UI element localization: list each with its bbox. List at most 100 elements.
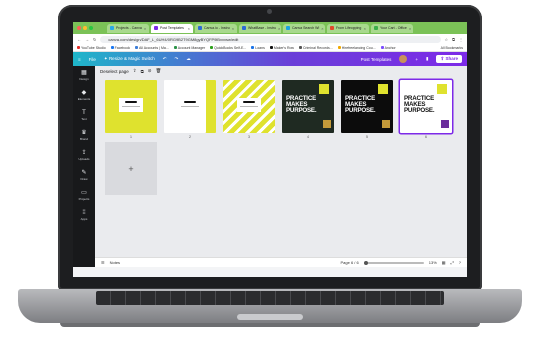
share-button[interactable]: ⇪ Share: [436, 55, 462, 63]
bookmark-item[interactable]: Hirefreelancing Cou...: [337, 46, 376, 50]
rail-item-apps[interactable]: ⁞⁞ Apps: [81, 210, 88, 221]
zoom-slider-handle[interactable]: [363, 260, 368, 265]
cloud-save-icon: ☁: [186, 56, 191, 61]
bookmark-label: Anchor: [384, 45, 396, 50]
menu-icon[interactable]: ⋮: [459, 37, 463, 42]
rail-item-label: Projects: [78, 197, 90, 201]
maximize-window-icon[interactable]: [89, 26, 93, 30]
browser-tab[interactable]: Canva Search Wi ×: [283, 23, 325, 33]
close-tab-icon[interactable]: ×: [364, 26, 366, 31]
bookmark-favicon-icon: [380, 46, 384, 49]
bookmark-item[interactable]: Facebook: [110, 45, 131, 50]
add-collaborator-icon[interactable]: +: [415, 57, 418, 62]
zoom-value[interactable]: 13%: [429, 260, 437, 265]
browser-tab[interactable]: Your Cart - Office ×: [371, 23, 413, 33]
resize-button[interactable]: ✦ Resize & Magic Switch: [104, 56, 155, 62]
extensions-icon[interactable]: ⧉: [452, 37, 455, 42]
undo-icon[interactable]: ↶: [163, 56, 167, 62]
rail-item-uploads[interactable]: ⇪ Uploads: [78, 150, 89, 161]
bookmark-item[interactable]: QuickBooks Self-E...: [210, 46, 246, 50]
hamburger-icon[interactable]: ≡: [78, 57, 81, 62]
close-tab-icon[interactable]: ×: [144, 26, 146, 31]
project-title[interactable]: Post Templates: [361, 57, 392, 62]
page-thumbnail[interactable]: [223, 80, 275, 133]
page-thumbnail[interactable]: [105, 80, 157, 133]
laptop-scene: { "browser": { "tabs": [ {"label": "Proj…: [0, 0, 540, 339]
reload-icon[interactable]: ↻: [93, 37, 96, 42]
tab-favicon-icon: [242, 26, 246, 30]
page-number: 5: [366, 135, 368, 139]
rail-item-elements[interactable]: ◆ Elements: [78, 90, 91, 101]
duplicate-page-icon[interactable]: ⧉: [141, 69, 144, 74]
rail-item-label: Brand: [79, 137, 88, 141]
page-counter[interactable]: Page 6 / 6: [341, 260, 359, 265]
bookmark-item[interactable]: Criminal Records...: [298, 46, 333, 50]
back-icon[interactable]: ←: [77, 37, 81, 42]
hide-page-icon[interactable]: ⊘: [148, 68, 152, 74]
page-thumbnail[interactable]: PRACTICE MAKES PURPOSE.: [282, 80, 334, 133]
tab-label: From Lifeopping: [336, 26, 362, 30]
browser-tab-bar: Projects - Canva × Post Templates × Canva.…: [73, 22, 467, 34]
page-thumbnail[interactable]: PRACTICE MAKES PURPOSE.: [400, 80, 452, 133]
star-icon[interactable]: ☆: [445, 37, 449, 42]
resize-label: Resize & Magic Switch: [108, 56, 155, 61]
analytics-icon[interactable]: ▮: [426, 56, 428, 62]
page-thumbnail[interactable]: PRACTICE MAKES PURPOSE.: [341, 80, 393, 133]
bookmark-item[interactable]: Maker's Row: [269, 46, 294, 50]
uploads-icon: ⇪: [81, 150, 87, 156]
grid-view-icon[interactable]: ▦: [442, 260, 446, 265]
browser-tab[interactable]: Canva.io - Instru ×: [195, 23, 237, 33]
bookmark-item[interactable]: Anchor: [380, 45, 396, 50]
share-label: Share: [445, 56, 458, 61]
share-page-icon[interactable]: ⇪: [133, 68, 137, 74]
thumbnail-headline: PRACTICE MAKES PURPOSE.: [404, 95, 435, 115]
bookmark-favicon-icon: [251, 46, 255, 49]
tab-favicon-icon: [330, 26, 334, 30]
bookmark-item[interactable]: All Accounts | Ma...: [135, 46, 169, 50]
rail-item-label: Design: [79, 77, 89, 81]
notes-icon[interactable]: ☰: [101, 260, 105, 265]
close-tab-icon[interactable]: ×: [188, 26, 190, 31]
forward-icon[interactable]: →: [85, 37, 89, 42]
close-tab-icon[interactable]: ×: [409, 26, 411, 31]
bookmark-item[interactable]: Account Manager: [173, 45, 206, 50]
rail-item-draw[interactable]: ✎ Draw: [80, 170, 87, 181]
accent-square: [441, 120, 449, 128]
fullscreen-icon[interactable]: ⤢: [451, 260, 454, 265]
bookmark-item[interactable]: Loans: [251, 46, 265, 50]
minimize-window-icon[interactable]: [83, 26, 87, 30]
tab-label: WhatBase - Instru: [248, 26, 277, 30]
rail-item-text[interactable]: T Text: [81, 110, 87, 121]
add-page-button[interactable]: +: [105, 142, 157, 195]
browser-tab[interactable]: Projects - Canva ×: [107, 23, 149, 33]
rail-item-projects[interactable]: ▭ Projects: [79, 190, 90, 201]
url-field[interactable]: canva.com/design/DAF_L_6UH4/0RG9B2T9GM8g…: [100, 35, 441, 43]
browser-tab-active[interactable]: Post Templates ×: [151, 23, 193, 33]
file-menu[interactable]: File: [89, 57, 96, 62]
browser-tab[interactable]: WhatBase - Instru ×: [239, 23, 281, 33]
avatar[interactable]: [399, 55, 408, 63]
bookmark-item[interactable]: YouTube Studio: [77, 46, 106, 50]
brand-icon: ♛: [81, 130, 87, 136]
close-window-icon[interactable]: [77, 26, 81, 30]
zoom-slider[interactable]: [363, 260, 424, 265]
redo-icon[interactable]: ↷: [174, 56, 178, 62]
close-tab-icon[interactable]: ×: [232, 26, 234, 31]
bookmark-label: Account Manager: [177, 45, 206, 50]
bookmark-favicon-icon: [135, 46, 139, 49]
close-tab-icon[interactable]: ×: [278, 26, 280, 31]
all-bookmarks-link[interactable]: All Bookmarks: [441, 46, 463, 50]
page-thumbnail[interactable]: [164, 80, 216, 133]
help-icon[interactable]: ?: [459, 260, 461, 265]
rail-item-design[interactable]: ▦ Design: [79, 70, 88, 81]
canva-top-bar: ≡ File ✦ Resize & Magic Switch ↶ ↷ ☁ Pos…: [73, 52, 467, 66]
close-tab-icon[interactable]: ×: [321, 26, 323, 31]
delete-page-icon[interactable]: 🗑: [156, 68, 162, 74]
webcam: [267, 9, 272, 14]
bookmark-label: Facebook: [114, 45, 131, 50]
bookmark-label: All Accounts | Ma...: [139, 45, 169, 50]
tab-favicon-icon: [286, 26, 290, 30]
rail-item-brand[interactable]: ♛ Brand: [80, 130, 88, 141]
browser-tab[interactable]: From Lifeopping ×: [327, 23, 369, 33]
notes-button[interactable]: Notes: [110, 260, 120, 265]
